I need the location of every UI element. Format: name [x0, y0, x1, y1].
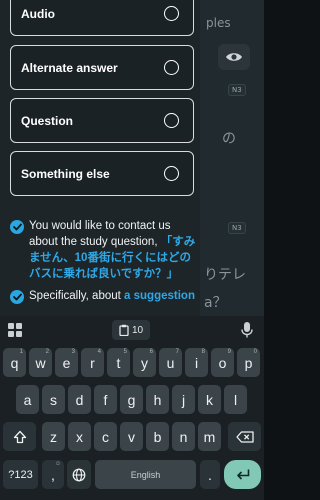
- key-alt-label: 9: [227, 349, 231, 355]
- key-alt-label: 5: [123, 349, 127, 355]
- key-alt-label: 6: [149, 349, 153, 355]
- level-tag: N3: [228, 222, 246, 234]
- key-z[interactable]: z: [42, 422, 65, 451]
- period-key[interactable]: .: [200, 460, 220, 489]
- option-label: Question: [21, 113, 74, 128]
- on-screen-keyboard: 10 q1w2e3r4t5y6u7i8o9p0 asdfghjkl zxcvbn…: [0, 316, 264, 500]
- key-alt-label: 7: [175, 349, 179, 355]
- key-x[interactable]: x: [68, 422, 91, 451]
- symbols-key[interactable]: ?123: [3, 460, 38, 489]
- option-alternate-answer[interactable]: Alternate answer: [10, 45, 194, 90]
- clipboard-button[interactable]: 10: [112, 320, 150, 340]
- key-alt-label: 4: [97, 349, 101, 355]
- enter-key[interactable]: [224, 460, 261, 489]
- key-w[interactable]: w2: [29, 348, 52, 377]
- comma-label: ,: [51, 466, 55, 483]
- key-b[interactable]: b: [146, 422, 169, 451]
- key-label: e: [62, 354, 71, 371]
- key-y[interactable]: y6: [133, 348, 156, 377]
- option-label: Alternate answer: [21, 60, 118, 75]
- radio-button[interactable]: [164, 6, 179, 21]
- background-jp-text: a？: [204, 295, 227, 311]
- key-d[interactable]: d: [68, 385, 91, 414]
- key-i[interactable]: i8: [185, 348, 208, 377]
- summary-specific-value: a suggestion: [124, 290, 195, 302]
- radio-button[interactable]: [164, 60, 179, 75]
- key-alt-label: 1: [19, 349, 23, 355]
- key-label: i: [194, 354, 199, 371]
- key-alt-label: 0: [253, 349, 257, 355]
- radio-button[interactable]: [164, 166, 179, 181]
- checkmark-icon: [10, 220, 24, 234]
- microphone-icon[interactable]: [240, 321, 254, 339]
- keyboard-toolbar: 10: [0, 316, 264, 344]
- key-alt-label: 8: [201, 349, 205, 355]
- summary-specific-prefix: Specifically, about: [29, 290, 125, 302]
- clipboard-icon: [119, 324, 129, 336]
- key-f[interactable]: f: [94, 385, 117, 414]
- key-label: q: [10, 354, 19, 371]
- report-sheet: Audio Alternate answer Question Somethin…: [0, 0, 200, 316]
- key-e[interactable]: e3: [55, 348, 78, 377]
- background-jp-text: の: [222, 131, 236, 147]
- language-key[interactable]: [67, 460, 91, 489]
- key-g[interactable]: g: [120, 385, 143, 414]
- key-alt-label: 3: [71, 349, 75, 355]
- checkmark-icon: [10, 290, 24, 304]
- apps-grid-icon[interactable]: [8, 323, 22, 337]
- summary-contact: You would like to contact us about the s…: [10, 218, 200, 282]
- backspace-icon: [235, 430, 254, 443]
- background-jp-text: りテレ: [204, 267, 246, 283]
- key-v[interactable]: v: [120, 422, 143, 451]
- backspace-key[interactable]: [228, 422, 261, 451]
- key-n[interactable]: n: [172, 422, 195, 451]
- key-k[interactable]: k: [198, 385, 221, 414]
- key-q[interactable]: q1: [3, 348, 26, 377]
- background-header-text: ples: [206, 16, 231, 30]
- key-u[interactable]: u7: [159, 348, 182, 377]
- key-label: u: [166, 354, 175, 371]
- key-s[interactable]: s: [42, 385, 65, 414]
- option-something-else[interactable]: Something else: [10, 151, 194, 196]
- key-j[interactable]: j: [172, 385, 195, 414]
- summary-specific-text: Specifically, about a suggestion: [29, 288, 195, 304]
- globe-icon: [72, 468, 86, 481]
- emoji-hint-icon: ☺: [54, 461, 61, 467]
- key-alt-label: 2: [45, 349, 49, 355]
- eye-icon: [218, 44, 250, 70]
- key-r[interactable]: r4: [81, 348, 104, 377]
- key-c[interactable]: c: [94, 422, 117, 451]
- level-tag: N3: [228, 84, 246, 96]
- key-label: o: [218, 354, 227, 371]
- key-l[interactable]: l: [224, 385, 247, 414]
- key-label: r: [90, 354, 95, 371]
- shift-key[interactable]: [3, 422, 36, 451]
- key-label: y: [141, 354, 148, 371]
- clipboard-count: 10: [131, 324, 144, 336]
- key-m[interactable]: m: [198, 422, 221, 451]
- key-a[interactable]: a: [16, 385, 39, 414]
- key-p[interactable]: p0: [237, 348, 260, 377]
- key-h[interactable]: h: [146, 385, 169, 414]
- summary-contact-text: You would like to contact us about the s…: [29, 218, 200, 282]
- option-label: Something else: [21, 166, 110, 181]
- option-question[interactable]: Question: [10, 98, 194, 143]
- space-key[interactable]: English: [95, 460, 196, 489]
- option-label: Audio: [21, 6, 55, 21]
- comma-key[interactable]: , ☺: [42, 460, 64, 489]
- key-t[interactable]: t5: [107, 348, 130, 377]
- key-label: w: [35, 354, 46, 371]
- key-label: p: [244, 354, 253, 371]
- key-label: t: [116, 354, 121, 371]
- key-o[interactable]: o9: [211, 348, 234, 377]
- radio-button[interactable]: [164, 113, 179, 128]
- summary-specific: Specifically, about a suggestion: [10, 288, 200, 304]
- summary-contact-prefix: You would like to contact us about the s…: [29, 220, 171, 248]
- enter-icon: [236, 469, 249, 480]
- option-audio[interactable]: Audio: [10, 0, 194, 36]
- shift-icon: [13, 430, 26, 443]
